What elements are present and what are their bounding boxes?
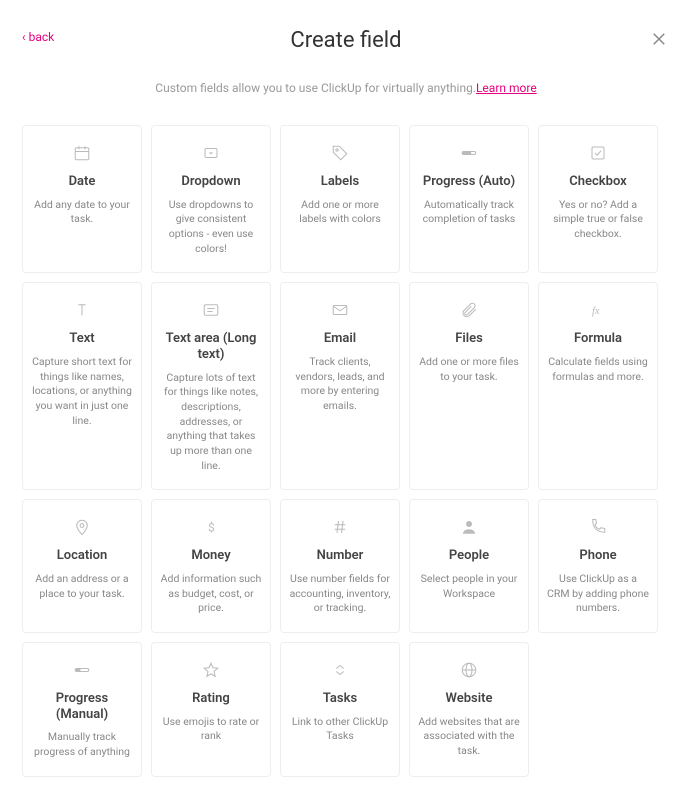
modal-title: Create field — [0, 28, 692, 53]
field-type-grid: Date Add any date to your task. Dropdown Us… — [0, 95, 692, 797]
field-card-title: Files — [455, 331, 483, 347]
field-card-title: Tasks — [323, 691, 357, 707]
back-button[interactable]: ‹ back — [22, 30, 54, 44]
field-card-progress-manual[interactable]: Progress (Manual) Manually track progress… — [22, 642, 142, 777]
field-card-title: Date — [69, 174, 96, 190]
mail-icon — [331, 297, 349, 323]
modal-header: ‹ back Create field Custom fields allow … — [0, 0, 692, 95]
person-icon — [460, 514, 478, 540]
tag-icon — [331, 140, 349, 166]
field-card-money[interactable]: Money Add information such as budget, cos… — [151, 499, 271, 633]
field-card-email[interactable]: Email Track clients, vendors, leads, and … — [280, 282, 400, 490]
field-card-desc: Manually track progress of anything — [31, 730, 133, 759]
field-card-desc: Use ClickUp as a CRM by adding phone num… — [547, 572, 649, 616]
field-card-title: Progress (Manual) — [31, 691, 133, 722]
calendar-icon — [73, 140, 91, 166]
field-card-title: Number — [317, 548, 364, 564]
field-card-desc: Add one or more labels with colors — [289, 198, 391, 227]
field-card-phone[interactable]: Phone Use ClickUp as a CRM by adding phon… — [538, 499, 658, 633]
field-card-number[interactable]: Number Use number fields for accounting, … — [280, 499, 400, 633]
globe-icon — [460, 657, 478, 683]
field-card-desc: Add one or more files to your task. — [418, 355, 520, 384]
field-card-title: Checkbox — [569, 174, 627, 190]
money-icon — [202, 514, 220, 540]
field-card-title: Phone — [579, 548, 616, 564]
close-icon — [650, 33, 668, 52]
formula-icon — [589, 297, 607, 323]
field-card-desc: Calculate fields using formulas and more… — [547, 355, 649, 384]
field-card-desc: Add any date to your task. — [31, 198, 133, 227]
field-card-desc: Select people in your Workspace — [418, 572, 520, 601]
tasks-icon — [331, 657, 349, 683]
field-card-desc: Capture lots of text for things like not… — [160, 371, 262, 474]
field-card-date[interactable]: Date Add any date to your task. — [22, 125, 142, 273]
learn-more-link[interactable]: Learn more — [476, 81, 537, 95]
field-card-title: Rating — [192, 691, 230, 707]
field-card-people[interactable]: People Select people in your Workspace — [409, 499, 529, 633]
field-card-website[interactable]: Website Add websites that are associated … — [409, 642, 529, 777]
dropdown-icon — [202, 140, 220, 166]
modal-subtitle: Custom fields allow you to use ClickUp f… — [0, 81, 692, 95]
field-card-title: People — [449, 548, 489, 564]
field-card-text-area[interactable]: Text area (Long text) Capture lots of tex… — [151, 282, 271, 490]
field-card-desc: Track clients, vendors, leads, and more … — [289, 355, 391, 414]
textarea-icon — [202, 297, 220, 323]
progress-bar-icon — [73, 657, 91, 683]
field-card-desc: Use dropdowns to give consistent options… — [160, 198, 262, 257]
checkbox-icon — [589, 140, 607, 166]
field-card-labels[interactable]: Labels Add one or more labels with colors — [280, 125, 400, 273]
field-card-files[interactable]: Files Add one or more files to your task. — [409, 282, 529, 490]
phone-icon — [589, 514, 607, 540]
location-icon — [73, 514, 91, 540]
field-card-text[interactable]: Text Capture short text for things like n… — [22, 282, 142, 490]
text-icon — [73, 297, 91, 323]
field-card-title: Location — [57, 548, 108, 564]
field-card-title: Formula — [574, 331, 622, 347]
hash-icon — [331, 514, 349, 540]
field-card-desc: Add an address or a place to your task. — [31, 572, 133, 601]
star-icon — [202, 657, 220, 683]
field-card-dropdown[interactable]: Dropdown Use dropdowns to give consistent… — [151, 125, 271, 273]
field-card-desc: Automatically track completion of tasks — [418, 198, 520, 227]
subtitle-text: Custom fields allow you to use ClickUp f… — [155, 81, 476, 95]
attachment-icon — [460, 297, 478, 323]
progress-icon — [460, 140, 478, 166]
field-card-desc: Use number fields for accounting, invent… — [289, 572, 391, 616]
field-card-rating[interactable]: Rating Use emojis to rate or rank — [151, 642, 271, 777]
field-card-title: Labels — [321, 174, 359, 190]
field-card-desc: Add websites that are associated with th… — [418, 715, 520, 759]
field-card-desc: Use emojis to rate or rank — [160, 715, 262, 744]
field-card-progress-auto[interactable]: Progress (Auto) Automatically track compl… — [409, 125, 529, 273]
field-card-title: Website — [446, 691, 493, 707]
field-card-title: Money — [191, 548, 230, 564]
field-card-desc: Yes or no? Add a simple true or false ch… — [547, 198, 649, 242]
chevron-left-icon: ‹ — [22, 30, 26, 44]
field-card-tasks[interactable]: Tasks Link to other ClickUp Tasks — [280, 642, 400, 777]
field-card-desc: Capture short text for things like names… — [31, 355, 133, 428]
close-button[interactable] — [650, 30, 668, 52]
field-card-desc: Link to other ClickUp Tasks — [289, 715, 391, 744]
field-card-checkbox[interactable]: Checkbox Yes or no? Add a simple true or … — [538, 125, 658, 273]
field-card-title: Progress (Auto) — [423, 174, 515, 190]
back-label: back — [29, 30, 55, 44]
field-card-title: Email — [324, 331, 356, 347]
field-card-title: Dropdown — [181, 174, 240, 190]
field-card-title: Text area (Long text) — [160, 331, 262, 362]
field-card-title: Text — [69, 331, 94, 347]
field-card-formula[interactable]: Formula Calculate fields using formulas a… — [538, 282, 658, 490]
field-card-desc: Add information such as budget, cost, or… — [160, 572, 262, 616]
field-card-location[interactable]: Location Add an address or a place to you… — [22, 499, 142, 633]
